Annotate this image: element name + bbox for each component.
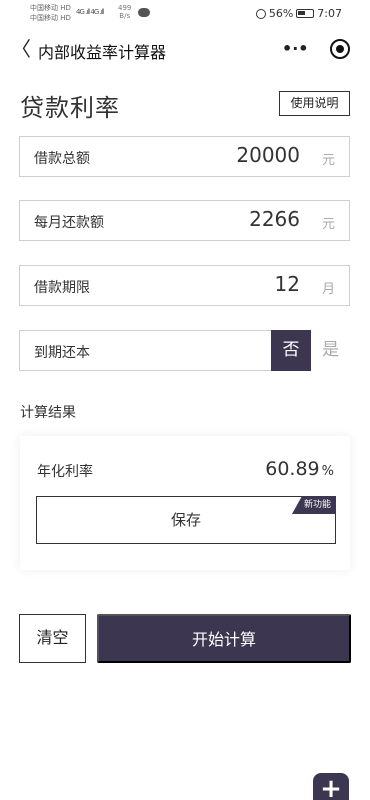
network-speed-value: 499	[118, 4, 132, 12]
network-speed-unit: B/s	[119, 12, 131, 20]
result-card: 年化利率 60.89% 保存 新功能	[20, 436, 350, 570]
more-icon[interactable]: •·•	[282, 38, 309, 60]
alarm-icon	[255, 8, 266, 19]
close-icon[interactable]	[330, 39, 350, 59]
new-feature-badge: 新功能	[291, 496, 336, 514]
network-speed: 499 B/s	[118, 4, 131, 20]
loan-term-value[interactable]: 12	[275, 272, 300, 296]
balloon-repayment-field: 到期还本 否 是	[19, 330, 350, 371]
signal-icon: 4G .ıll 4G .ıll	[76, 8, 105, 16]
loan-amount-unit: 元	[321, 153, 335, 168]
monthly-payment-value[interactable]: 2266	[249, 207, 300, 231]
nav-bar: 〈 内部收益率计算器 •·•	[0, 30, 370, 70]
loan-amount-field[interactable]: 借款总额 20000 元	[19, 136, 350, 177]
status-bar: 中国移动 HD 中国移动 HD 4G .ıll 4G .ıll 499 B/s …	[0, 0, 370, 28]
balloon-repayment-label: 到期还本	[34, 345, 90, 361]
wechat-icon	[138, 8, 150, 17]
battery-percent: 56%	[268, 7, 294, 20]
loan-term-field[interactable]: 借款期限 12 月	[19, 265, 350, 306]
battery-icon	[296, 9, 315, 18]
help-button[interactable]: 使用说明	[279, 91, 350, 116]
nav-title: 内部收益率计算器	[38, 43, 167, 62]
clock: 7:07	[317, 7, 342, 20]
loan-amount-label: 借款总额	[34, 151, 90, 167]
carrier-2: 中国移动 HD	[30, 14, 71, 22]
annual-rate-value: 60.89%	[265, 458, 334, 480]
start-calculate-button[interactable]: 开始计算	[97, 614, 351, 663]
add-icon[interactable]: +	[313, 773, 349, 800]
status-right: 56% 7:07	[255, 7, 342, 20]
toggle-option-no[interactable]: 否	[271, 330, 311, 371]
save-button-label: 保存	[170, 511, 201, 529]
loan-term-unit: 月	[321, 282, 335, 297]
carrier-1: 中国移动 HD	[30, 4, 71, 12]
annual-rate-number: 60.89	[265, 458, 320, 480]
annual-rate-unit: %	[321, 464, 334, 479]
loan-amount-value[interactable]: 20000	[236, 143, 300, 167]
clear-button[interactable]: 清空	[19, 614, 86, 663]
save-button[interactable]: 保存 新功能	[36, 496, 336, 544]
result-section-label: 计算结果	[20, 405, 76, 421]
monthly-payment-unit: 元	[321, 217, 335, 232]
toggle-option-yes[interactable]: 是	[311, 330, 350, 371]
monthly-payment-label: 每月还款额	[34, 215, 104, 231]
monthly-payment-field[interactable]: 每月还款额 2266 元	[19, 200, 350, 241]
loan-term-label: 借款期限	[34, 280, 90, 296]
annual-rate-label: 年化利率	[37, 464, 93, 480]
carrier-info: 中国移动 HD 中国移动 HD	[30, 3, 71, 23]
back-icon[interactable]: 〈	[10, 38, 32, 60]
page-title: 贷款利率	[20, 94, 120, 122]
